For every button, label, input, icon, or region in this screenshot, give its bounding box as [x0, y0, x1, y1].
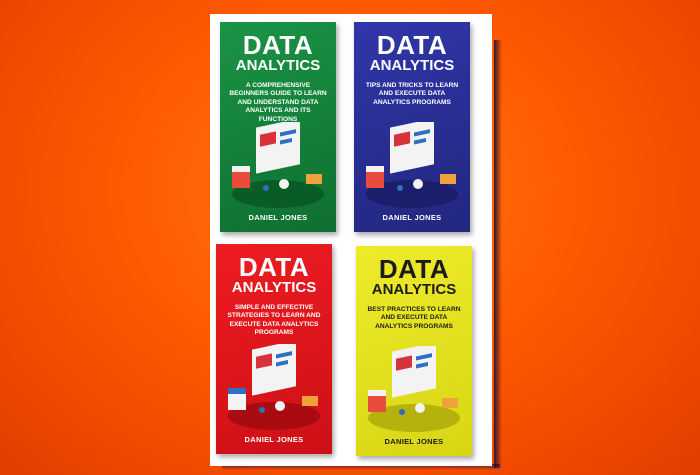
book-set-image: DATA ANALYTICS A COMPREHENSIVE BEGINNERS… [210, 14, 492, 466]
book-title: DATA [376, 30, 448, 60]
analytics-illustration [232, 122, 324, 208]
book-subtitle: ANALYTICS [231, 279, 317, 296]
analytics-illustration [368, 346, 460, 432]
book-title: DATA [378, 254, 450, 284]
book-description: TIPS AND TRICKS TO LEARN AND EXECUTE DAT… [365, 82, 459, 106]
book-title: DATA [238, 252, 310, 282]
stage-shadow-right [494, 40, 502, 468]
book-author: DANIEL JONES [382, 213, 442, 222]
book-cover-4: DATA ANALYTICS BEST PRACTICES TO LEARN A… [356, 246, 472, 456]
book-description: A COMPREHENSIVE BEGINNERS GUIDE TO LEARN… [229, 82, 327, 123]
analytics-illustration [366, 122, 458, 208]
book-title: DATA [242, 30, 314, 60]
book-cover-3: DATA ANALYTICS SIMPLE AND EFFECTIVE STRA… [216, 244, 332, 454]
book-subtitle: ANALYTICS [371, 281, 457, 298]
analytics-illustration [228, 344, 320, 430]
book-cover-1: DATA ANALYTICS A COMPREHENSIVE BEGINNERS… [220, 22, 336, 232]
book-author: DANIEL JONES [248, 213, 308, 222]
book-subtitle: ANALYTICS [235, 57, 321, 74]
book-cover-2: DATA ANALYTICS TIPS AND TRICKS TO LEARN … [354, 22, 470, 232]
book-description: BEST PRACTICES TO LEARN AND EXECUTE DATA… [367, 306, 461, 330]
book-author: DANIEL JONES [244, 435, 304, 444]
book-author: DANIEL JONES [384, 437, 444, 446]
book-description: SIMPLE AND EFFECTIVE STRATEGIES TO LEARN… [227, 304, 321, 337]
book-subtitle: ANALYTICS [369, 57, 455, 74]
